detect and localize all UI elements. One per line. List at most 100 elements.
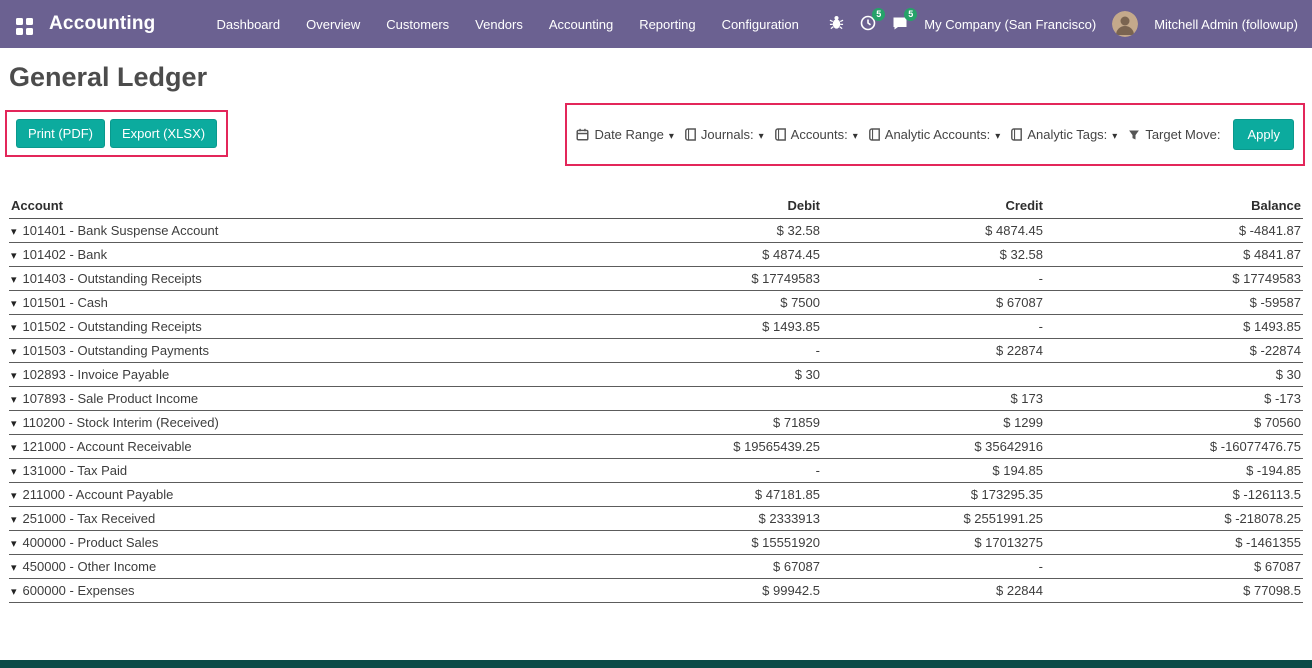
print-pdf-button[interactable]: Print (PDF) [16,119,105,148]
bottom-strip [0,660,1312,668]
avatar[interactable] [1112,11,1138,37]
table-row[interactable]: 110200 - Stock Interim (Received) $ 7185… [9,411,1303,435]
debit-value: $ 17749583 [522,267,822,291]
expand-caret-icon[interactable] [11,463,17,478]
expand-caret-icon[interactable] [11,295,17,310]
filter-date-range[interactable]: Date Range [576,127,673,142]
balance-value: $ -218078.25 [1045,507,1303,531]
balance-value: $ -16077476.75 [1045,435,1303,459]
ledger-table-body: 101401 - Bank Suspense Account $ 32.58 $… [9,219,1303,603]
account-name: 110200 - Stock Interim (Received) [23,415,219,430]
table-row[interactable]: 211000 - Account Payable $ 47181.85 $ 17… [9,483,1303,507]
table-row[interactable]: 107893 - Sale Product Income $ 173 $ -17… [9,387,1303,411]
account-name: 102893 - Invoice Payable [23,367,170,382]
table-row[interactable]: 101503 - Outstanding Payments - $ 22874 … [9,339,1303,363]
filter-journals[interactable]: Journals: [685,127,764,142]
credit-value: $ 35642916 [822,435,1045,459]
messages-button[interactable]: 5 [892,15,908,34]
debug-button[interactable] [829,15,844,33]
activity-count-badge: 5 [872,8,885,21]
debit-value: $ 15551920 [522,531,822,555]
expand-caret-icon[interactable] [11,511,17,526]
table-row[interactable]: 102893 - Invoice Payable $ 30 $ 30 [9,363,1303,387]
credit-value: $ 22844 [822,579,1045,603]
balance-value: $ 4841.87 [1045,243,1303,267]
column-header-debit: Debit [522,193,822,219]
table-row[interactable]: 101401 - Bank Suspense Account $ 32.58 $… [9,219,1303,243]
table-row[interactable]: 400000 - Product Sales $ 15551920 $ 1701… [9,531,1303,555]
nav-item-vendors[interactable]: Vendors [462,2,536,47]
credit-value: $ 173295.35 [822,483,1045,507]
debit-value: $ 7500 [522,291,822,315]
credit-value: $ 173 [822,387,1045,411]
expand-caret-icon[interactable] [11,343,17,358]
table-row[interactable]: 101403 - Outstanding Receipts $ 17749583… [9,267,1303,291]
expand-caret-icon[interactable] [11,367,17,382]
table-row[interactable]: 450000 - Other Income $ 67087 - $ 67087 [9,555,1303,579]
expand-caret-icon[interactable] [11,439,17,454]
filter-target-move[interactable]: Target Move: [1128,127,1220,142]
table-row[interactable]: 251000 - Tax Received $ 2333913 $ 255199… [9,507,1303,531]
debit-value: $ 30 [522,363,822,387]
balance-value: $ -4841.87 [1045,219,1303,243]
book-icon [685,128,696,141]
balance-value: $ 77098.5 [1045,579,1303,603]
expand-caret-icon[interactable] [11,415,17,430]
filter-analytic-tags[interactable]: Analytic Tags: [1011,127,1117,142]
nav-item-accounting[interactable]: Accounting [536,2,626,47]
credit-value: - [822,315,1045,339]
table-row[interactable]: 121000 - Account Receivable $ 19565439.2… [9,435,1303,459]
apps-grid-icon [16,18,33,35]
balance-value: $ -194.85 [1045,459,1303,483]
apps-menu-button[interactable] [10,7,39,41]
expand-caret-icon[interactable] [11,559,17,574]
export-xlsx-button[interactable]: Export (XLSX) [110,119,217,148]
credit-value: $ 17013275 [822,531,1045,555]
expand-caret-icon[interactable] [11,583,17,598]
expand-caret-icon[interactable] [11,487,17,502]
account-name: 101401 - Bank Suspense Account [23,223,219,238]
account-name: 600000 - Expenses [23,583,135,598]
user-menu[interactable]: Mitchell Admin (followup) [1154,17,1298,32]
company-menu[interactable]: My Company (San Francisco) [924,17,1096,32]
export-buttons-annotation-box: Print (PDF) Export (XLSX) [5,110,228,157]
expand-caret-icon[interactable] [11,319,17,334]
nav-item-reporting[interactable]: Reporting [626,2,708,47]
credit-value: $ 22874 [822,339,1045,363]
nav-item-dashboard[interactable]: Dashboard [204,2,294,47]
filter-accounts[interactable]: Accounts: [775,127,858,142]
general-ledger-table: Account Debit Credit Balance 101401 - Ba… [9,193,1303,603]
debit-value: - [522,459,822,483]
balance-value: $ 30 [1045,363,1303,387]
expand-caret-icon[interactable] [11,247,17,262]
expand-caret-icon[interactable] [11,223,17,238]
table-row[interactable]: 600000 - Expenses $ 99942.5 $ 22844 $ 77… [9,579,1303,603]
chevron-down-icon [669,127,674,142]
balance-value: $ 67087 [1045,555,1303,579]
expand-caret-icon[interactable] [11,391,17,406]
credit-value [822,363,1045,387]
funnel-icon [1128,129,1140,141]
filter-analytic-accounts[interactable]: Analytic Accounts: [869,127,1001,142]
credit-value: - [822,555,1045,579]
nav-item-configuration[interactable]: Configuration [709,2,812,47]
debit-value: - [522,339,822,363]
table-row[interactable]: 101402 - Bank $ 4874.45 $ 32.58 $ 4841.8… [9,243,1303,267]
app-title: Accounting [49,13,156,35]
column-header-account: Account [9,193,522,219]
nav-item-customers[interactable]: Customers [373,2,462,47]
account-name: 400000 - Product Sales [23,535,159,550]
nav-item-overview[interactable]: Overview [293,2,373,47]
activities-button[interactable]: 5 [860,15,876,34]
debit-value: $ 19565439.25 [522,435,822,459]
apply-button[interactable]: Apply [1233,119,1294,150]
expand-caret-icon[interactable] [11,271,17,286]
table-row[interactable]: 101502 - Outstanding Receipts $ 1493.85 … [9,315,1303,339]
chevron-down-icon [995,127,1000,142]
expand-caret-icon[interactable] [11,535,17,550]
table-row[interactable]: 101501 - Cash $ 7500 $ 67087 $ -59587 [9,291,1303,315]
table-row[interactable]: 131000 - Tax Paid - $ 194.85 $ -194.85 [9,459,1303,483]
calendar-icon [576,128,589,141]
main-content: General Ledger Print (PDF) Export (XLSX)… [0,62,1312,603]
book-icon [1011,128,1022,141]
